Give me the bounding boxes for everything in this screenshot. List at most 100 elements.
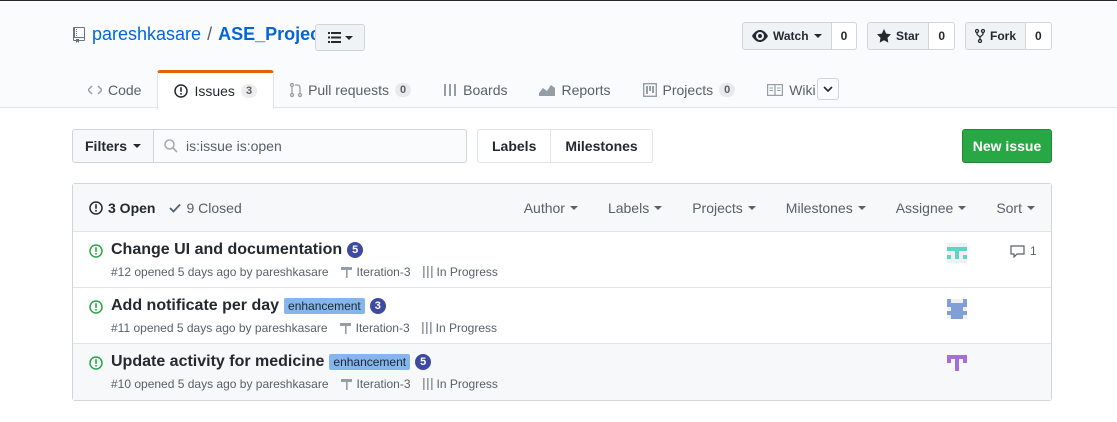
list-icon [327,32,341,43]
tab-pull-requests[interactable]: Pull requests 0 [274,70,427,109]
milestones-filter[interactable]: Milestones [786,200,866,216]
issue-label-enhancement[interactable]: enhancement [329,354,411,370]
more-tabs-button[interactable] [817,78,839,100]
tab-projects[interactable]: Projects 0 [627,70,752,109]
pull-request-icon [290,82,303,97]
closed-issues-link[interactable]: 9 Closed [169,200,242,216]
issue-opened-meta: #12 opened 5 days ago by pareshkasare [111,265,329,279]
search-field[interactable] [154,129,467,163]
filter-label: Projects [692,200,743,216]
issues-list-header: 3 Open 9 Closed Author Labels Projects M… [73,184,1051,232]
sort-filter[interactable]: Sort [996,200,1035,216]
open-issues-link[interactable]: 3 Open [89,200,155,216]
star-count[interactable]: 0 [929,22,956,50]
table-row[interactable]: Update activity for medicine enhancement… [73,344,1051,400]
table-row[interactable]: Change UI and documentation 5 #12 opened… [73,232,1051,288]
watch-label: Watch [773,29,809,43]
tab-count: 0 [395,82,412,97]
tab-boards[interactable]: Boards [427,70,523,109]
graph-icon [539,84,556,96]
issues-list: 3 Open 9 Closed Author Labels Projects M… [72,183,1052,401]
tab-label: Pull requests [308,81,389,98]
chevron-down-icon [133,144,142,148]
issue-opened-meta: #11 opened 5 days ago by pareshkasare [111,321,328,335]
star-group: Star 0 [867,22,956,50]
issue-meta: #11 opened 5 days ago by pareshkasare It… [111,321,497,335]
tab-label: Code [108,81,142,98]
issue-badge: 3 [369,298,386,314]
watch-count[interactable]: 0 [831,22,858,50]
filter-label: Labels [607,200,650,216]
watch-button[interactable]: Watch [742,22,832,50]
chevron-down-icon [1027,206,1035,210]
chevron-down-icon [958,206,967,210]
check-icon [169,203,182,213]
chevron-down-icon [857,206,866,210]
projects-filter[interactable]: Projects [692,200,756,216]
milestone-icon [340,379,352,390]
repo-name-link[interactable]: ASE_Project [218,24,326,45]
issue-title-line: Change UI and documentation 5 [111,241,364,259]
star-button[interactable]: Star [867,22,930,50]
filter-label: Assignee [895,200,954,216]
fork-label: Fork [990,29,1017,43]
avatar[interactable] [947,299,967,319]
tab-code[interactable]: Code [72,70,157,109]
code-icon [88,84,102,95]
issue-title-link[interactable]: Change UI and documentation [111,241,342,259]
filter-label: Milestones [785,200,853,216]
milestone-link[interactable]: Iteration-3 [340,377,411,391]
milestone-link[interactable]: Iteration-3 [339,321,410,335]
repo-owner-link[interactable]: pareshkasare [92,24,201,45]
labels-filter[interactable]: Labels [607,200,663,216]
issue-opened-icon [89,200,103,215]
milestone-link[interactable]: Iteration-3 [340,265,411,279]
fork-button[interactable]: Fork [965,22,1027,50]
status-link[interactable]: In Progress [421,321,497,335]
issue-badge: 5 [415,354,432,370]
milestone-label: Iteration-3 [356,377,411,391]
table-row[interactable]: Add notificate per day enhancement 3 #11… [73,288,1051,344]
status-link[interactable]: In Progress [422,265,498,279]
avatar[interactable] [947,355,967,375]
status-label: In Progress [436,265,498,279]
issue-label-enhancement[interactable]: enhancement [284,298,365,314]
boards-icon [421,322,432,334]
filter-label: Sort [996,200,1022,216]
labels-milestones-group: Labels Milestones [477,129,653,163]
comments-link[interactable]: 1 [1010,244,1037,258]
project-icon [642,82,657,97]
filters-dropdown-button[interactable]: Filters [72,129,155,163]
labels-button[interactable]: Labels [477,129,552,163]
tab-label: Issues [194,83,235,99]
new-issue-button[interactable]: New issue [962,129,1052,163]
repo-menu-button[interactable] [315,24,365,51]
chevron-down-icon [823,86,833,92]
tab-issues[interactable]: Issues 3 [157,70,275,110]
tab-reports[interactable]: Reports [523,70,626,109]
issue-title-link[interactable]: Update activity for medicine [111,353,324,371]
issue-badge: 5 [347,242,364,258]
milestones-button[interactable]: Milestones [551,129,653,163]
issue-meta: #12 opened 5 days ago by pareshkasare It… [111,265,498,279]
avatar[interactable] [947,243,967,263]
repo-icon [73,26,85,43]
search-input[interactable] [186,138,447,154]
filters-label: Filters [85,138,128,154]
filter-bar: Filters [72,129,467,163]
fork-count[interactable]: 0 [1026,22,1052,50]
author-filter[interactable]: Author [524,200,578,216]
milestone-label: Iteration-3 [356,265,411,279]
chevron-down-icon [654,206,663,210]
issue-title-line: Update activity for medicine enhancement… [111,353,432,371]
issue-state-toggle: 3 Open 9 Closed [89,200,242,216]
assignee-filter[interactable]: Assignee [896,200,967,216]
search-icon [164,139,178,153]
issue-opened-icon [174,84,189,98]
status-label: In Progress [435,321,497,335]
star-label: Star [896,29,920,43]
chevron-down-icon [344,35,353,40]
issue-title-link[interactable]: Add notificate per day [111,297,279,315]
milestone-icon [340,267,352,278]
status-link[interactable]: In Progress [422,377,498,391]
